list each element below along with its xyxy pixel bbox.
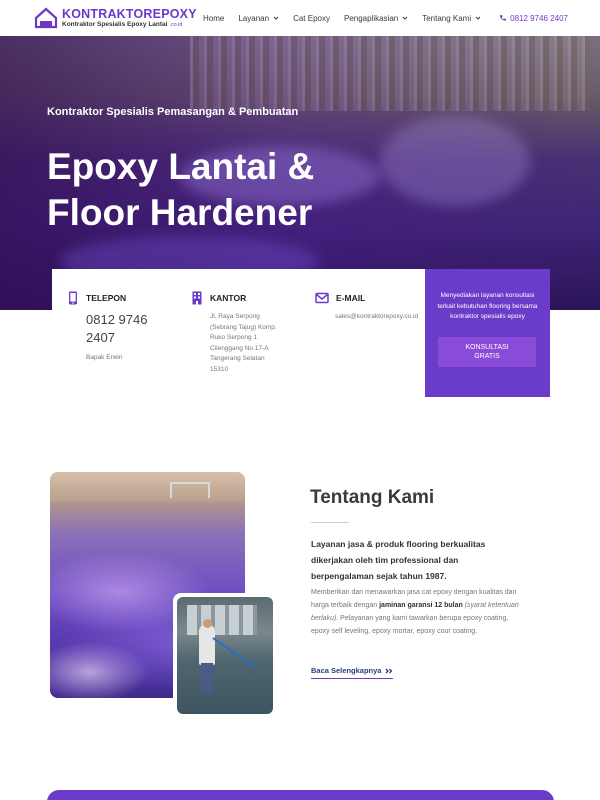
brand-tagline: Kontraktor Spesialis Epoxy Lantai	[62, 20, 168, 28]
chevron-down-icon	[402, 16, 408, 20]
brand-name: KONTRAKTOREPOXY	[62, 7, 197, 21]
chevron-down-icon	[475, 16, 481, 20]
read-more-label: Baca Selengkapnya	[311, 666, 382, 675]
about-body-part2: . Pelayanan yang kami tawarkan berupa ep…	[311, 615, 509, 635]
kantor-label: KANTOR	[210, 293, 247, 303]
nav-cat-epoxy[interactable]: Cat Epoxy	[293, 14, 330, 23]
house-logo-icon	[34, 7, 58, 29]
top-navbar: KONTRAKTOREPOXY Kontraktor Spesialis Epo…	[0, 0, 600, 36]
address-line: Jl. Raya Serpong	[210, 313, 260, 320]
double-chevron-right-icon	[385, 668, 393, 673]
telepon-number[interactable]: 0812 9746 2407	[86, 311, 156, 347]
free-consultation-button[interactable]: KONSULTASI GRATIS	[438, 337, 536, 367]
chevron-down-icon	[273, 16, 279, 20]
kantor-block: KANTOR	[191, 291, 246, 305]
email-block: E-MAIL	[315, 291, 365, 305]
nav-tentang-kami-label: Tentang Kami	[422, 13, 472, 23]
phone-icon	[500, 15, 507, 21]
nav-pengaplikasian-label: Pengaplikasian	[343, 13, 399, 23]
brand-domain: .co.id	[169, 21, 183, 28]
button-label-line1: KONSULTASI	[465, 344, 509, 351]
read-more-link[interactable]: Baca Selengkapnya	[311, 666, 394, 679]
main-menu: Home Layanan Cat Epoxy Pengaplikasian Te…	[203, 14, 495, 23]
brand-logo[interactable]: KONTRAKTOREPOXY Kontraktor Spesialis Epo…	[34, 7, 200, 29]
worker-applying-epoxy-photo	[177, 597, 273, 714]
envelope-icon	[315, 292, 329, 304]
telepon-person: Bapak Erwin	[86, 354, 123, 361]
next-section-band	[47, 790, 554, 800]
address-line: Ruko Serpong 1	[210, 334, 257, 341]
hero-title-line1: Epoxy Lantai &	[47, 146, 315, 187]
worker-photo-frame	[173, 593, 277, 718]
email-label: E-MAIL	[336, 293, 366, 303]
address-line: Tangerang Selatan	[210, 355, 265, 362]
address-line: Cilenggang No.17-A	[210, 344, 269, 352]
hero-title: Epoxy Lantai & Floor Hardener	[47, 144, 314, 236]
consultation-text: Menyediakan layanan konsultasi terkait k…	[437, 292, 538, 320]
button-label-line2: GRATIS	[474, 353, 500, 360]
nav-layanan-label: Layanan	[238, 13, 270, 23]
telepon-block: TELEPON	[67, 291, 126, 305]
consultation-panel: Menyediakan layanan konsultasi terkait k…	[425, 269, 550, 397]
nav-home[interactable]: Home	[203, 14, 224, 23]
nav-pengaplikasian[interactable]: Pengaplikasian	[344, 14, 408, 23]
hero-title-line2: Floor Hardener	[47, 192, 313, 233]
nav-phone-number: 0812 9746 2407	[510, 13, 568, 23]
address-line: 15310	[210, 365, 229, 373]
nav-layanan[interactable]: Layanan	[238, 14, 279, 23]
nav-cat-epoxy-label: Cat Epoxy	[293, 13, 330, 23]
about-body-bold: jaminan garansi 12 bulan	[379, 602, 463, 609]
nav-phone-link[interactable]: 0812 9746 2407	[499, 14, 568, 23]
telepon-label: TELEPON	[86, 293, 127, 303]
building-icon	[192, 291, 202, 305]
about-body: Memberikan dan menawarkan jasa cat epoxy…	[311, 586, 526, 638]
about-title: Tentang Kami	[310, 487, 435, 508]
contact-info-box: TELEPON 0812 9746 2407 Bapak Erwin KANTO…	[52, 269, 425, 397]
hero-background-shelf	[190, 36, 590, 111]
about-lead: Layanan jasa & produk flooring berkualit…	[311, 539, 486, 581]
nav-tentang-kami[interactable]: Tentang Kami	[422, 14, 481, 23]
title-divider	[311, 522, 349, 523]
address-line: (Sebrang Tajug) Komp.	[210, 323, 277, 331]
hero-kicker: Kontraktor Spesialis Pemasangan & Pembua…	[47, 106, 299, 118]
email-address[interactable]: sales@kontraktorepoxy.co.id	[335, 312, 418, 323]
nav-home-label: Home	[203, 13, 225, 23]
kantor-address: Jl. Raya Serpong (Sebrang Tajug) Komp. R…	[210, 312, 277, 375]
mobile-phone-icon	[69, 291, 77, 305]
